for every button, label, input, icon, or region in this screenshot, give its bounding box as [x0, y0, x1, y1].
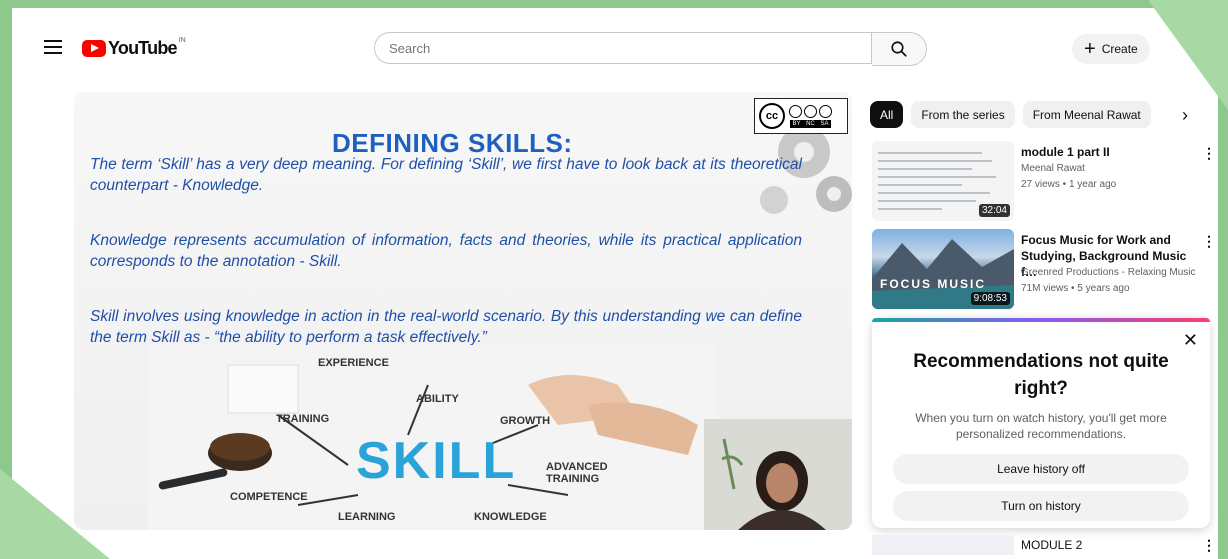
- video-duration: 32:04: [978, 204, 1010, 217]
- frame-corner: [0, 469, 110, 559]
- keyword-label: ADVANCED TRAINING: [546, 461, 608, 485]
- video-duration: 9:08:53: [970, 292, 1010, 305]
- keyword-label: LEARNING: [338, 511, 396, 523]
- video-meta: 71M views • 5 years ago: [1021, 283, 1130, 294]
- slide: cc BY NC SA DEFINING SKILLS: The term ‘S…: [74, 92, 852, 530]
- keyword-label: KNOWLEDGE: [474, 511, 547, 523]
- chip-all[interactable]: All: [870, 101, 904, 128]
- video-thumbnail[interactable]: FOCUS MUSIC 9:08:53: [872, 229, 1014, 309]
- logo-text: YouTube: [108, 38, 178, 58]
- presenter-figure: [704, 419, 852, 530]
- channel-name[interactable]: Greenred Productions - Relaxing Music: [1021, 267, 1196, 278]
- channel-name[interactable]: Meenal Rawat: [1021, 163, 1085, 174]
- presenter-webcam: [704, 419, 852, 530]
- close-icon[interactable]: ✕: [1183, 330, 1198, 351]
- logo-region: IN: [178, 37, 186, 44]
- plus-icon: +: [1084, 38, 1096, 60]
- video-title[interactable]: module 1 part II: [1021, 144, 1191, 160]
- attribution-icon: [789, 104, 802, 118]
- video-meta: 27 views • 1 year ago: [1021, 179, 1117, 190]
- search-icon: [891, 41, 907, 57]
- cc-license-badge: cc BY NC SA: [754, 98, 848, 134]
- filter-chips: All From the series From Meenal Rawat: [870, 101, 1151, 128]
- recommendation-item[interactable]: FOCUS MUSIC 9:08:53 Focus Music for Work…: [872, 229, 1216, 309]
- video-thumbnail[interactable]: [872, 535, 1014, 555]
- dialog-text: When you turn on watch history, you'll g…: [915, 411, 1167, 441]
- video-thumbnail[interactable]: 32:04: [872, 141, 1014, 221]
- browser-window: YouTube IN + Create: [12, 8, 1218, 559]
- chip-from-channel[interactable]: From Meenal Rawat: [1022, 101, 1151, 128]
- search-button[interactable]: [872, 32, 927, 66]
- create-label: Create: [1101, 42, 1138, 56]
- video-title[interactable]: MODULE 2: [1021, 538, 1082, 552]
- sharealike-icon: [819, 104, 832, 118]
- recommendation-item[interactable]: MODULE 2 ⋮: [872, 535, 1216, 555]
- slide-paragraph: Skill involves using knowledge in action…: [90, 308, 802, 346]
- skill-word: SKILL: [356, 432, 517, 490]
- turn-on-history-button[interactable]: Turn on history: [893, 491, 1189, 521]
- keyword-label: COMPETENCE: [230, 491, 308, 503]
- slide-paragraph: Knowledge represents accumulation of inf…: [90, 232, 802, 270]
- more-options-icon[interactable]: ⋮: [1202, 145, 1216, 162]
- license-labels: BY NC SA: [789, 119, 832, 128]
- noncommercial-icon: [804, 104, 817, 118]
- recommendations-prompt-dialog: ✕ Recommendations not quite right? When …: [872, 318, 1210, 528]
- cc-icon: cc: [759, 103, 785, 129]
- slide-paragraph: The term ‘Skill’ has a very deep meaning…: [90, 156, 802, 194]
- leave-history-off-button[interactable]: Leave history off: [893, 454, 1189, 484]
- create-button[interactable]: + Create: [1072, 34, 1150, 64]
- video-player[interactable]: cc BY NC SA DEFINING SKILLS: The term ‘S…: [74, 92, 852, 530]
- hamburger-menu-icon[interactable]: [44, 40, 62, 54]
- search-bar: [374, 32, 927, 66]
- thumbnail-text: FOCUS MUSIC: [880, 277, 986, 291]
- search-input[interactable]: [374, 32, 872, 64]
- header: YouTube IN + Create: [12, 8, 1218, 88]
- gradient-bar: [872, 318, 1210, 322]
- play-logo-icon: [82, 40, 106, 57]
- chip-from-series[interactable]: From the series: [911, 101, 1015, 128]
- keyword-label: TRAINING: [276, 413, 330, 425]
- skill-diagram-image: SKILL EXPERIENCE ABILITY TRAINING GROWTH…: [148, 345, 716, 530]
- more-options-icon[interactable]: ⋮: [1202, 233, 1216, 250]
- dialog-title: Recommendations not quite right?: [913, 351, 1169, 399]
- youtube-logo[interactable]: YouTube IN: [82, 37, 186, 59]
- keyword-label: GROWTH: [500, 415, 551, 427]
- recommendation-item[interactable]: 32:04 module 1 part II Meenal Rawat 27 v…: [872, 141, 1216, 221]
- frame-corner: [1148, 0, 1228, 110]
- keyword-label: EXPERIENCE: [318, 357, 389, 369]
- more-options-icon[interactable]: ⋮: [1202, 537, 1216, 554]
- keyword-label: ABILITY: [416, 393, 459, 405]
